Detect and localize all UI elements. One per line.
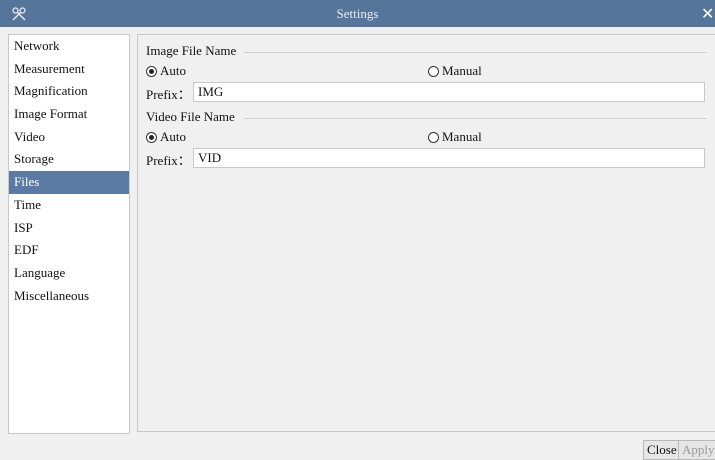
sidebar-item-image-format[interactable]: Image Format	[9, 103, 129, 126]
sidebar-item-files[interactable]: Files	[9, 171, 129, 194]
group-divider	[244, 52, 707, 53]
image-manual-label: Manual	[442, 63, 482, 78]
image-auto-radio[interactable]: Auto	[146, 63, 186, 79]
sidebar-item-network[interactable]: Network	[9, 35, 129, 58]
sidebar-item-language[interactable]: Language	[9, 262, 129, 285]
video-auto-label: Auto	[160, 129, 186, 144]
image-prefix-input[interactable]	[193, 82, 705, 102]
sidebar-item-miscellaneous[interactable]: Miscellaneous	[9, 285, 129, 308]
settings-sidebar: Network Measurement Magnification Image …	[8, 34, 130, 434]
close-window-icon[interactable]: ✕	[701, 5, 715, 23]
sidebar-item-isp[interactable]: ISP	[9, 217, 129, 240]
sidebar-item-measurement[interactable]: Measurement	[9, 58, 129, 81]
group-divider	[244, 118, 707, 119]
image-file-name-title: Image File Name	[146, 43, 237, 58]
video-prefix-input[interactable]	[193, 148, 705, 168]
radio-selected-icon	[146, 131, 157, 143]
radio-unselected-icon	[428, 131, 439, 143]
sidebar-item-time[interactable]: Time	[9, 194, 129, 217]
sidebar-item-magnification[interactable]: Magnification	[9, 80, 129, 103]
files-settings-panel: Image File Name Auto Manual Prefix： Vide…	[137, 34, 715, 432]
video-manual-radio[interactable]: Manual	[428, 129, 482, 145]
close-button[interactable]: Close	[643, 440, 681, 460]
sidebar-item-edf[interactable]: EDF	[9, 239, 129, 262]
sidebar-item-video[interactable]: Video	[9, 126, 129, 149]
sidebar-item-storage[interactable]: Storage	[9, 148, 129, 171]
video-manual-label: Manual	[442, 129, 482, 144]
radio-unselected-icon	[428, 65, 439, 77]
video-prefix-label: Prefix：	[146, 153, 191, 168]
image-manual-radio[interactable]: Manual	[428, 63, 482, 79]
apply-button[interactable]: Apply	[678, 440, 715, 460]
video-file-name-title: Video File Name	[146, 109, 235, 124]
title-bar: Settings ✕	[0, 0, 715, 27]
image-auto-label: Auto	[160, 63, 186, 78]
image-prefix-label: Prefix：	[146, 87, 191, 102]
window-title: Settings	[336, 6, 379, 21]
radio-selected-icon	[146, 65, 157, 77]
video-auto-radio[interactable]: Auto	[146, 129, 186, 145]
